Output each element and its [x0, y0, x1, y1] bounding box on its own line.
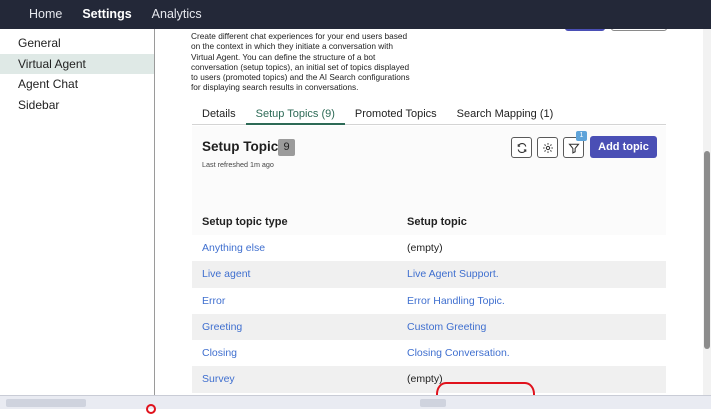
add-topic-button[interactable]: Add topic	[590, 136, 657, 158]
refresh-icon	[517, 142, 526, 153]
header-primary-button[interactable]	[565, 29, 605, 31]
sidebar-item-virtual-agent[interactable]: Virtual Agent	[0, 53, 154, 74]
table-row: Anything else (empty)	[192, 235, 666, 262]
topic-type-link[interactable]: Greeting	[202, 321, 242, 333]
tab-setup-topics[interactable]: Setup Topics (9)	[245, 104, 345, 125]
topic-type-link[interactable]: Live agent	[202, 268, 250, 280]
topic-link[interactable]: Error Handling Topic.	[407, 295, 505, 307]
table-row: Error Error Handling Topic.	[192, 287, 666, 314]
table-row: Survey (empty)	[192, 366, 666, 393]
filter-button[interactable]: 1	[563, 131, 587, 158]
top-navigation-bar: Home Settings Analytics	[0, 0, 711, 29]
taskbar-red-mark	[146, 404, 156, 414]
topic-type-link[interactable]: Anything else	[202, 242, 265, 254]
tab-promoted-topics[interactable]: Promoted Topics	[345, 104, 447, 125]
topic-type-link[interactable]: Error	[202, 295, 225, 307]
gear-icon	[542, 142, 553, 153]
settings-sidebar: General Virtual Agent Agent Chat Sidebar	[0, 29, 155, 395]
topic-type-link[interactable]: Survey	[202, 373, 235, 385]
bottom-taskbar	[0, 395, 711, 414]
topic-count-badge: 9	[278, 139, 295, 156]
topic-value: (empty)	[407, 242, 443, 254]
setup-topics-panel: Setup Topics 9 Last refreshed 1m ago 1 A…	[192, 126, 666, 395]
page-description: Create different chat experiences for yo…	[191, 31, 410, 93]
column-header-topic: Setup topic	[407, 216, 467, 228]
sidebar-item-agent-chat[interactable]: Agent Chat	[0, 74, 154, 95]
topics-table-body: Anything else (empty) Live agent Live Agent…	[192, 235, 666, 395]
column-header-topic-type: Setup topic type	[202, 216, 288, 228]
table-row: Closing Closing Conversation.	[192, 340, 666, 367]
tab-details[interactable]: Details	[192, 104, 246, 125]
nav-home[interactable]: Home	[0, 0, 72, 29]
topic-link[interactable]: Live Agent Support.	[407, 268, 499, 280]
topic-type-link[interactable]: Closing	[202, 347, 237, 359]
sidebar-item-general[interactable]: General	[0, 33, 154, 54]
scrollbar-thumb[interactable]	[704, 151, 710, 349]
table-header: Setup topic type Setup topic	[192, 211, 666, 233]
filter-icon	[567, 143, 580, 154]
topic-link[interactable]: Custom Greeting	[407, 321, 486, 333]
table-row: Live agent Live Agent Support.	[192, 261, 666, 288]
header-secondary-button[interactable]	[611, 29, 667, 31]
refresh-button[interactable]	[511, 137, 532, 158]
taskbar-item[interactable]	[420, 399, 446, 407]
main-content: Create different chat experiences for yo…	[156, 29, 703, 395]
nav-settings[interactable]: Settings	[72, 0, 141, 29]
last-refreshed-text: Last refreshed 1m ago	[202, 160, 274, 169]
table-row: Greeting Custom Greeting	[192, 313, 666, 341]
panel-title: Setup Topics	[202, 139, 286, 154]
taskbar-item[interactable]	[6, 399, 86, 407]
tab-search-mapping[interactable]: Search Mapping (1)	[447, 104, 564, 125]
settings-button[interactable]	[537, 137, 558, 158]
topic-value: (empty)	[407, 373, 443, 386]
tab-bar: Details Setup Topics (9) Promoted Topics…	[192, 104, 666, 125]
vertical-scrollbar[interactable]	[703, 29, 711, 395]
sidebar-item-sidebar[interactable]: Sidebar	[0, 95, 154, 116]
topic-link[interactable]: Closing Conversation.	[407, 347, 510, 359]
nav-analytics[interactable]: Analytics	[142, 0, 212, 29]
filter-count-badge: 1	[576, 131, 587, 141]
